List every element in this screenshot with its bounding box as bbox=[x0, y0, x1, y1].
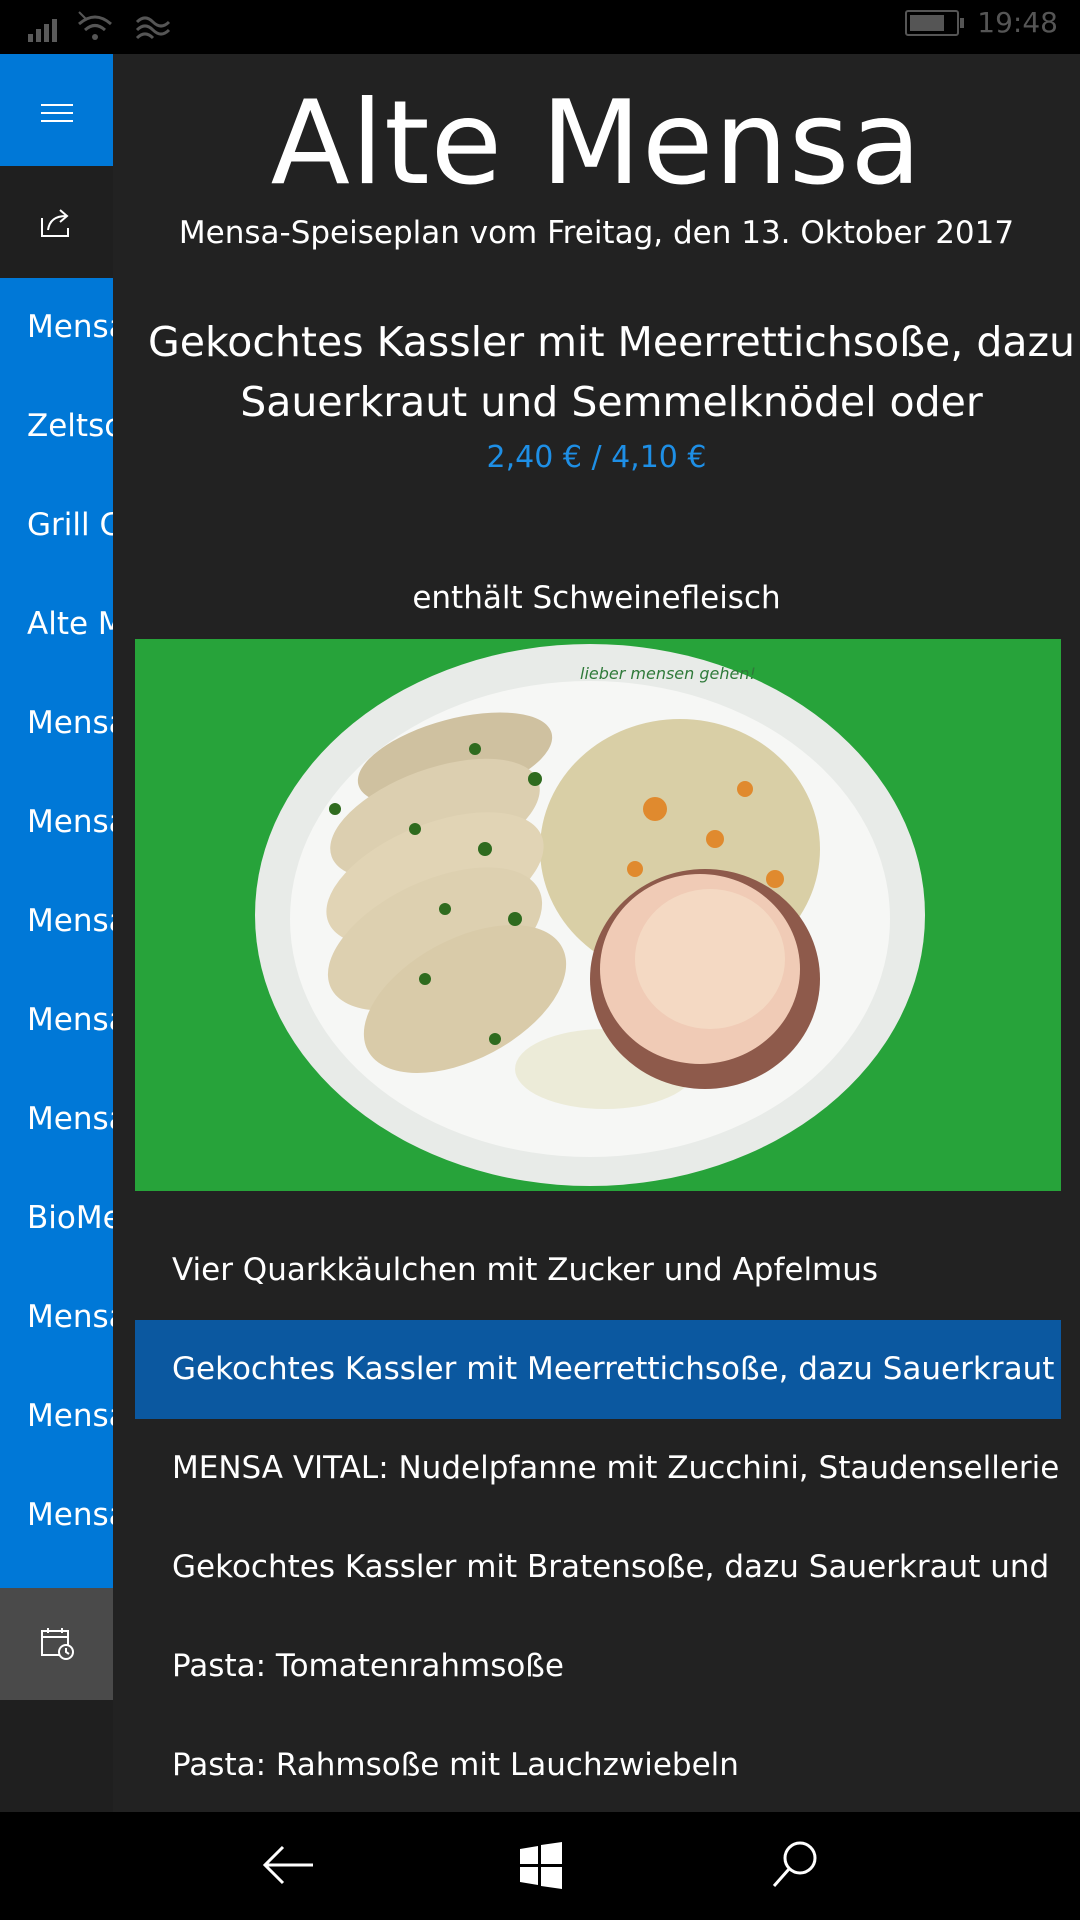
menu-item[interactable]: Pasta: Rahmsoße mit Lauchzwiebeln bbox=[135, 1716, 1061, 1812]
sidebar-item[interactable]: Mensa bbox=[0, 1466, 113, 1565]
allergen-info: enthält Schweinefleisch bbox=[412, 580, 781, 616]
sidebar-item[interactable]: Mensa bbox=[0, 872, 113, 971]
dish-photo: lieber mensen gehen! bbox=[135, 639, 1061, 1191]
calendar-icon bbox=[41, 1628, 74, 1660]
wifi-icon bbox=[78, 11, 112, 40]
menu-item-selected[interactable]: Gekochtes Kassler mit Meerrettichsoße, d… bbox=[135, 1320, 1061, 1419]
page-title: Alte Mensa bbox=[270, 76, 923, 211]
main-content: Alte Mensa Mensa-Speiseplan vom Freitag,… bbox=[113, 54, 1080, 1812]
menu-item[interactable]: Vier Quarkkäulchen mit Zucker und Apfelm… bbox=[135, 1221, 1061, 1320]
search-icon[interactable] bbox=[760, 1830, 830, 1900]
sidebar-item[interactable]: Grill Cube bbox=[0, 476, 113, 575]
dish-price: 2,40 € / 4,10 € bbox=[486, 440, 707, 475]
menu-list: Vier Quarkkäulchen mit Zucker und Apfelm… bbox=[135, 1221, 1061, 1812]
battery-charging-icon bbox=[905, 9, 965, 36]
sidebar-item[interactable]: BioMensa bbox=[0, 1169, 113, 1268]
data-icon bbox=[135, 16, 171, 40]
hamburger-button[interactable] bbox=[0, 54, 113, 166]
sidebar-item[interactable]: Mensa bbox=[0, 674, 113, 773]
sidebar-footer bbox=[0, 1700, 113, 1812]
mensa-list: Mensa Zeltschlösschen Grill Cube Alte Me… bbox=[0, 278, 113, 1588]
sidebar-item[interactable]: Mensa bbox=[0, 1367, 113, 1466]
sidebar-item[interactable]: Mensa bbox=[0, 971, 113, 1070]
plate-logo-text: lieber mensen gehen! bbox=[580, 664, 756, 683]
back-icon[interactable] bbox=[255, 1830, 325, 1900]
windows-icon[interactable] bbox=[506, 1830, 576, 1900]
page-subtitle: Mensa-Speiseplan vom Freitag, den 13. Ok… bbox=[178, 215, 1015, 251]
sidebar-item[interactable]: Alte Mensa bbox=[0, 575, 113, 674]
share-button[interactable] bbox=[0, 166, 113, 278]
sidebar-item[interactable]: Mensa bbox=[0, 773, 113, 872]
status-icons-left bbox=[28, 10, 173, 42]
menu-item[interactable]: MENSA VITAL: Nudelpfanne mit Zucchini, S… bbox=[135, 1419, 1061, 1518]
status-bar: 19:48 bbox=[0, 0, 1080, 54]
sidebar-item[interactable]: Mensa bbox=[0, 1070, 113, 1169]
sidebar-item[interactable]: Zeltschlösschen bbox=[0, 377, 113, 476]
status-icons-right: 19:48 bbox=[905, 6, 1058, 39]
share-icon bbox=[41, 209, 69, 237]
sidebar-item[interactable]: Mensa bbox=[0, 1268, 113, 1367]
menu-item[interactable]: Gekochtes Kassler mit Bratensoße, dazu S… bbox=[135, 1518, 1061, 1617]
sidebar-item[interactable]: Mensa bbox=[0, 278, 113, 377]
sidebar: Mensa Zeltschlösschen Grill Cube Alte Me… bbox=[0, 54, 113, 1812]
signal-icon bbox=[28, 16, 57, 42]
system-nav-bar bbox=[0, 1812, 1080, 1920]
clock: 19:48 bbox=[977, 6, 1058, 39]
calendar-button[interactable] bbox=[0, 1588, 113, 1700]
dish-title: Gekochtes Kassler mit Meerrettichsoße, d… bbox=[148, 318, 1075, 426]
dish-photo-illustration: lieber mensen gehen! bbox=[135, 639, 1061, 1191]
menu-item[interactable]: Pasta: Tomatenrahmsoße bbox=[135, 1617, 1061, 1716]
